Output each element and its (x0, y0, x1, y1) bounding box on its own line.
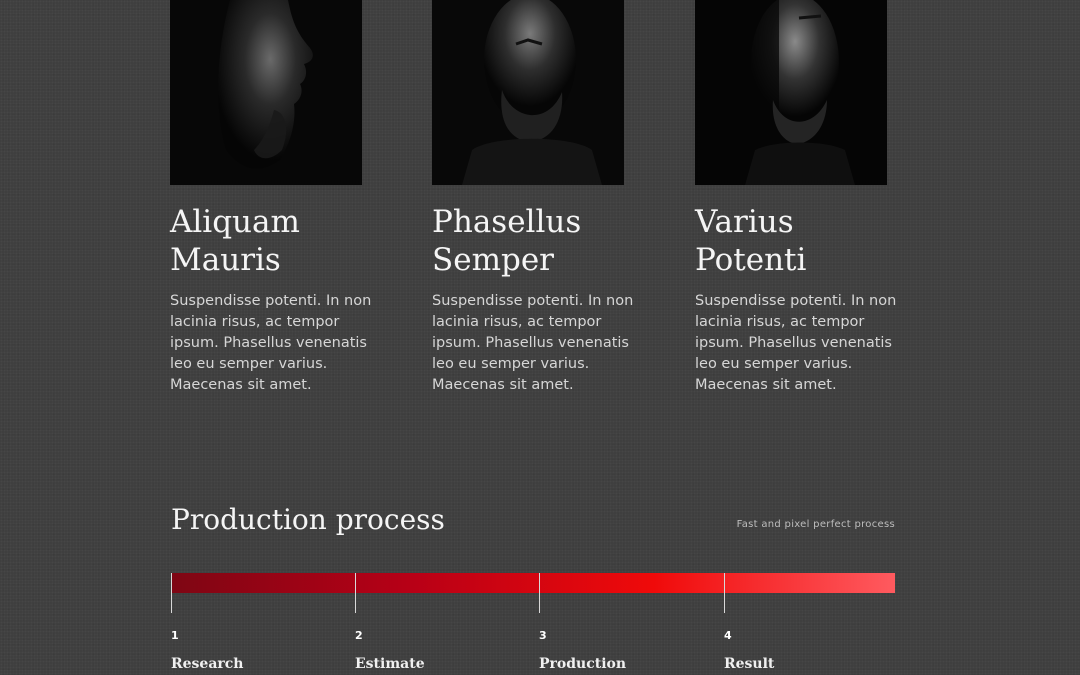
member-name: Aliquam Mauris (170, 204, 300, 278)
process-step: 1 Research (171, 573, 331, 672)
member-photo (695, 0, 887, 185)
member-photo (432, 0, 624, 185)
portrait-downcast-photo-icon (432, 0, 624, 185)
step-marker (355, 573, 356, 613)
production-process-section: Production process Fast and pixel perfec… (171, 500, 895, 672)
step-label: Production (539, 656, 627, 672)
member-bio: Suspendisse potenti. In non lacinia risu… (695, 293, 897, 393)
step-number: 4 (724, 629, 732, 642)
process-step: 3 Production (539, 573, 699, 672)
team-member-card: Phasellus Semper Suspendisse potenti. In… (432, 0, 633, 396)
step-label: Estimate (355, 656, 425, 672)
team-member-card: Varius Potenti Suspendisse potenti. In n… (695, 0, 896, 396)
member-bio: Suspendisse potenti. In non lacinia risu… (432, 293, 634, 393)
team-member-card: Aliquam Mauris Suspendisse potenti. In n… (170, 0, 371, 396)
process-step: 4 Result (724, 573, 884, 672)
member-photo (170, 0, 362, 185)
portrait-profile-photo-icon (170, 0, 362, 185)
process-step: 2 Estimate (355, 573, 515, 672)
step-label: Result (724, 656, 775, 672)
member-name: Phasellus Semper (432, 204, 582, 278)
member-bio: Suspendisse potenti. In non lacinia risu… (170, 293, 372, 393)
step-marker (724, 573, 725, 613)
member-name: Varius Potenti (695, 204, 807, 278)
portrait-frontal-photo-icon (695, 0, 887, 185)
step-marker (539, 573, 540, 613)
team-section: Aliquam Mauris Suspendisse potenti. In n… (170, 0, 896, 400)
step-marker (171, 573, 172, 613)
step-number: 2 (355, 629, 363, 642)
section-tagline: Fast and pixel perfect process (736, 519, 895, 530)
step-number: 1 (171, 629, 179, 642)
step-number: 3 (539, 629, 547, 642)
step-label: Research (171, 656, 244, 672)
